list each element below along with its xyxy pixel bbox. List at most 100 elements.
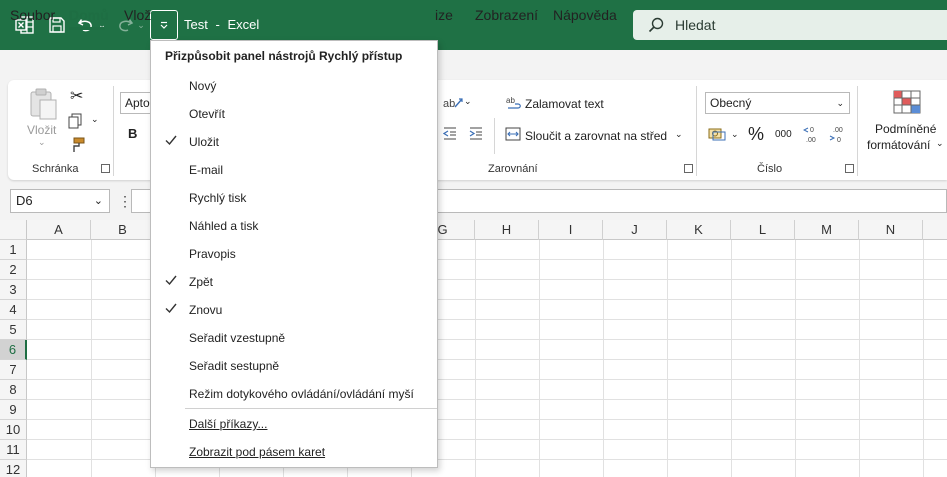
column-header[interactable]: M	[795, 220, 859, 240]
menu-item-label: Pravopis	[189, 247, 236, 261]
search-box[interactable]: Hledat	[633, 10, 947, 40]
menu-item-save[interactable]: Uložit	[151, 128, 437, 156]
copy-icon[interactable]	[68, 113, 84, 132]
document-title: Test - Excel	[184, 17, 259, 32]
menu-item-label: Rychlý tisk	[189, 191, 247, 205]
column-header[interactable]: J	[603, 220, 667, 240]
svg-text:0: 0	[837, 137, 841, 144]
increase-indent-icon[interactable]	[469, 126, 483, 143]
app-name: Excel	[227, 17, 260, 32]
text-orientation-icon[interactable]: ab	[443, 95, 465, 114]
checkmark-icon	[165, 302, 177, 317]
copy-dropdown-icon[interactable]: ⌄	[91, 114, 99, 125]
format-painter-icon[interactable]	[68, 137, 86, 156]
paste-dropdown-icon[interactable]: ⌄	[38, 137, 46, 148]
clipboard-launcher-icon[interactable]	[101, 164, 110, 173]
tab-help[interactable]: Nápověda	[553, 7, 617, 23]
menu-item-print-preview[interactable]: Náhled a tisk	[151, 212, 437, 240]
row-header-selected[interactable]: 6	[0, 340, 27, 360]
menu-item-undo[interactable]: Zpět	[151, 268, 437, 296]
menu-item-new[interactable]: Nový	[151, 72, 437, 100]
menu-item-email[interactable]: E-mail	[151, 156, 437, 184]
row-header[interactable]: 10	[0, 420, 27, 440]
column-header[interactable]: K	[667, 220, 731, 240]
column-header[interactable]: L	[731, 220, 795, 240]
wrap-text-button[interactable]: Zalamovat text	[525, 97, 604, 111]
tab-home[interactable]: Domů	[69, 7, 109, 23]
merge-center-icon[interactable]	[505, 127, 521, 144]
column-header[interactable]: I	[539, 220, 603, 240]
menu-item-label: Seřadit sestupně	[189, 359, 280, 373]
number-format-dropdown-icon: ⌄	[836, 98, 844, 108]
menu-item-spelling[interactable]: Pravopis	[151, 240, 437, 268]
menu-item-label: E-mail	[189, 163, 224, 177]
column-header[interactable]: B	[91, 220, 155, 240]
svg-text:.00: .00	[833, 127, 843, 134]
inner-separator	[494, 118, 495, 154]
row-header[interactable]: 5	[0, 320, 27, 340]
row-header[interactable]: 2	[0, 260, 27, 280]
tab-review-partial[interactable]: ize	[435, 7, 453, 23]
alignment-launcher-icon[interactable]	[684, 164, 693, 173]
menu-item-label: Náhled a tisk	[189, 219, 259, 233]
menu-item-label: Znovu	[189, 303, 223, 317]
paste-label[interactable]: Vložit	[27, 123, 56, 137]
customize-qat-icon	[160, 21, 168, 29]
name-box-value: D6	[16, 193, 33, 208]
menu-title: Přizpůsobit panel nástrojů Rychlý přístu…	[165, 49, 403, 63]
row-header[interactable]: 1	[0, 240, 27, 260]
wrap-text-icon[interactable]: ab	[506, 95, 522, 114]
conditional-formatting-label-2[interactable]: formátování	[867, 138, 930, 152]
tab-insert[interactable]: Vlož	[124, 7, 151, 23]
orientation-dropdown-icon[interactable]: ⌄	[464, 96, 472, 107]
merge-dropdown-icon[interactable]: ⌄	[675, 129, 683, 140]
menu-item-label: Další příkazy...	[189, 417, 268, 431]
row-header[interactable]: 12	[0, 460, 27, 477]
column-header[interactable]: H	[475, 220, 539, 240]
svg-text:ab: ab	[443, 98, 455, 110]
row-header[interactable]: 7	[0, 360, 27, 380]
decrease-decimal-icon[interactable]: .00 0	[829, 124, 849, 147]
column-header[interactable]: A	[27, 220, 91, 240]
menu-separator	[185, 408, 437, 409]
paste-icon[interactable]	[28, 88, 58, 123]
row-header[interactable]: 8	[0, 380, 27, 400]
row-header[interactable]: 11	[0, 440, 27, 460]
number-format-combo[interactable]: Obecný ⌄	[705, 92, 850, 114]
customize-qat-button[interactable]	[150, 10, 178, 40]
menu-item-more-commands[interactable]: Další příkazy...	[151, 410, 437, 438]
formula-bar-options-icon[interactable]: ⋮	[118, 193, 132, 210]
ribbon-tabs	[0, 50, 947, 80]
percent-button[interactable]: %	[748, 124, 764, 145]
title-separator: -	[215, 17, 220, 32]
accounting-dropdown-icon[interactable]: ⌄	[731, 129, 739, 140]
bold-button[interactable]: B	[128, 126, 137, 141]
menu-item-sort-descending[interactable]: Seřadit sestupně	[151, 352, 437, 380]
thousands-separator-button[interactable]: 000	[775, 129, 792, 140]
row-header[interactable]: 3	[0, 280, 27, 300]
menu-item-open[interactable]: Otevřít	[151, 100, 437, 128]
select-all-corner[interactable]	[0, 220, 27, 240]
name-box[interactable]: D6 ⌄	[10, 189, 110, 213]
increase-decimal-icon[interactable]: 0 .00	[802, 124, 823, 147]
conditional-formatting-icon[interactable]	[893, 90, 921, 117]
accounting-format-icon[interactable]	[708, 127, 726, 144]
cut-icon[interactable]: ✂	[70, 86, 83, 106]
svg-text:.00: .00	[806, 137, 816, 144]
tab-view[interactable]: Zobrazení	[475, 7, 538, 23]
menu-item-sort-ascending[interactable]: Seřadit vzestupně	[151, 324, 437, 352]
merge-center-button[interactable]: Sloučit a zarovnat na střed	[525, 129, 667, 143]
column-header[interactable]: N	[859, 220, 923, 240]
tab-file[interactable]: Soubor	[10, 7, 55, 23]
group-separator	[113, 86, 114, 176]
menu-item-touch-mouse-mode[interactable]: Režim dotykového ovládání/ovládání myší	[151, 380, 437, 408]
row-header[interactable]: 9	[0, 400, 27, 420]
row-header[interactable]: 4	[0, 300, 27, 320]
number-launcher-icon[interactable]	[845, 164, 854, 173]
conditional-formatting-label-1[interactable]: Podmíněné	[875, 122, 936, 136]
conditional-formatting-dropdown-icon[interactable]: ⌄	[936, 138, 944, 149]
menu-item-show-below-ribbon[interactable]: Zobrazit pod pásem karet	[151, 438, 437, 466]
menu-item-quick-print[interactable]: Rychlý tisk	[151, 184, 437, 212]
decrease-indent-icon[interactable]	[442, 126, 457, 143]
menu-item-redo[interactable]: Znovu	[151, 296, 437, 324]
